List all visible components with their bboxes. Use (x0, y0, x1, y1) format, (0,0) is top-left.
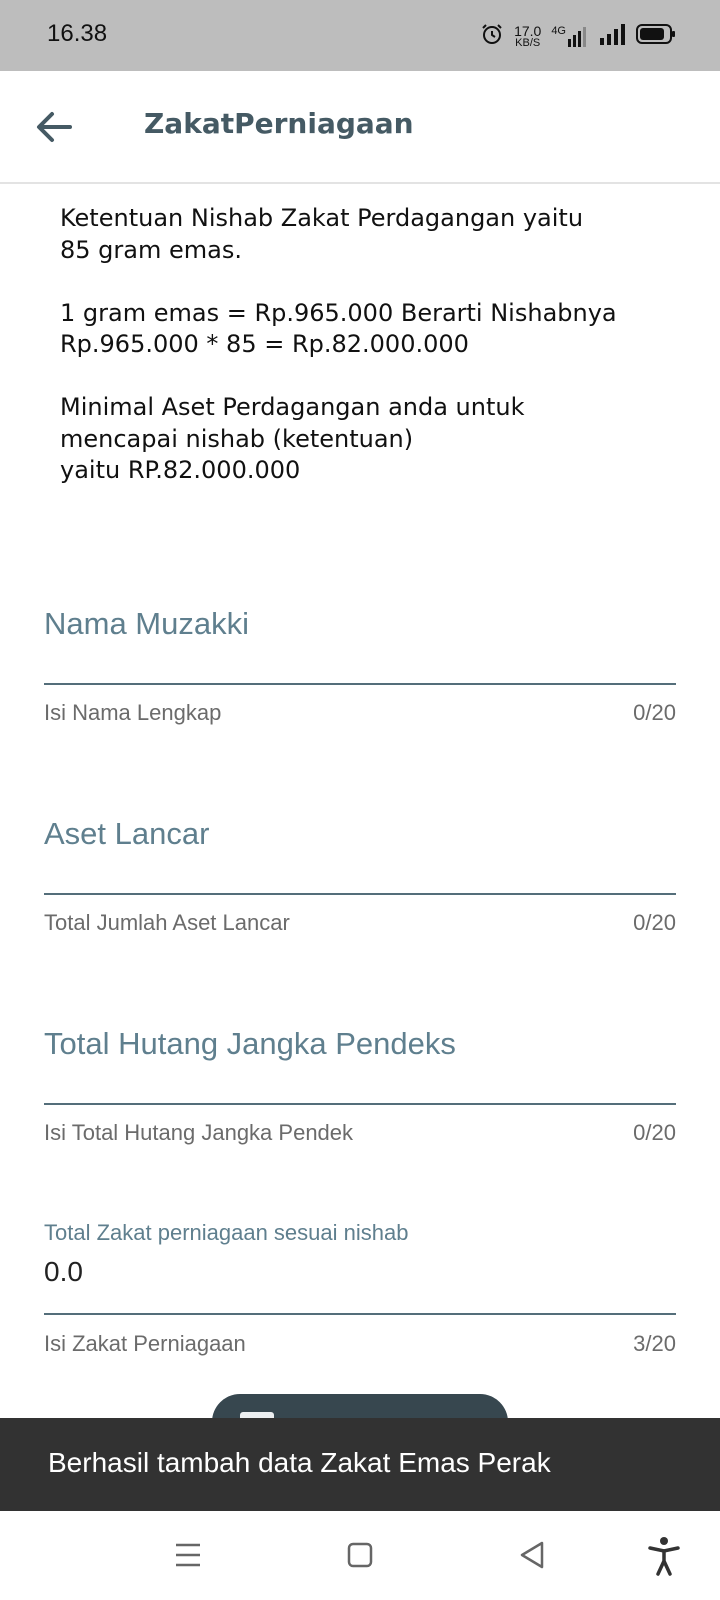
menu-icon[interactable] (166, 1533, 210, 1577)
hutang-label: Total Hutang Jangka Pendeks (44, 1026, 456, 1061)
back-triangle-icon[interactable] (510, 1533, 554, 1577)
snackbar-message: Berhasil tambah data Zakat Emas Perak (48, 1447, 551, 1478)
nishab-info-text: Ketentuan Nishab Zakat Perdagangan yaitu… (60, 204, 617, 484)
nama-muzakki-helper: Isi Nama Lengkap (44, 700, 222, 725)
status-icons: 17.0 KB/S 4G (480, 18, 676, 54)
aset-lancar-label: Aset Lancar (44, 816, 210, 851)
zakat-perniagaan-value: 0.0 (44, 1256, 83, 1287)
alarm-icon (480, 22, 504, 50)
aset-lancar-helper: Total Jumlah Aset Lancar (44, 910, 290, 935)
page-title: ZakatPerniagaan (144, 107, 414, 140)
aset-lancar-field[interactable]: Aset Lancar Total Jumlah Aset Lancar 0/2… (44, 810, 676, 940)
net-speed: 17.0 KB/S (514, 24, 541, 49)
back-button[interactable] (32, 107, 76, 147)
signal-icon (598, 23, 626, 49)
hutang-helper: Isi Total Hutang Jangka Pendek (44, 1120, 354, 1145)
battery-icon (636, 23, 676, 49)
net-speed-unit: KB/S (515, 36, 541, 49)
network-type: 4G (551, 25, 566, 37)
aset-lancar-counter: 0/20 (633, 910, 676, 935)
nama-muzakki-field[interactable]: Nama Muzakki Isi Nama Lengkap 0/20 (44, 600, 676, 730)
hutang-field[interactable]: Total Hutang Jangka Pendeks Isi Total Hu… (44, 1020, 676, 1150)
zakat-perniagaan-counter: 3/20 (633, 1331, 676, 1356)
nama-muzakki-label: Nama Muzakki (44, 606, 249, 641)
hutang-underline (44, 1103, 676, 1105)
aset-lancar-underline (44, 893, 676, 895)
net-speed-value: 17.0 (514, 22, 542, 39)
zakat-perniagaan-helper: Isi Zakat Perniagaan (44, 1331, 246, 1356)
network-4g-icon: 4G (551, 25, 588, 47)
status-bar: 16.38 17.0 KB/S 4G (0, 0, 720, 71)
zakat-perniagaan-label: Total Zakat perniagaan sesuai nishab (44, 1220, 409, 1245)
zakat-perniagaan-field[interactable]: Total Zakat perniagaan sesuai nishab 0.0… (44, 1218, 676, 1363)
zakat-perniagaan-underline (44, 1313, 676, 1315)
status-time: 16.38 (47, 20, 108, 47)
system-nav-bar (0, 1511, 720, 1600)
accessibility-icon[interactable] (642, 1533, 686, 1577)
app-bar: ZakatPerniagaan (0, 71, 720, 184)
home-square-icon[interactable] (338, 1533, 382, 1577)
hutang-counter: 0/20 (633, 1120, 676, 1145)
nama-muzakki-counter: 0/20 (633, 700, 676, 725)
snackbar: Berhasil tambah data Zakat Emas Perak (0, 1418, 720, 1511)
nama-muzakki-underline (44, 683, 676, 685)
arrow-left-icon (37, 112, 72, 142)
